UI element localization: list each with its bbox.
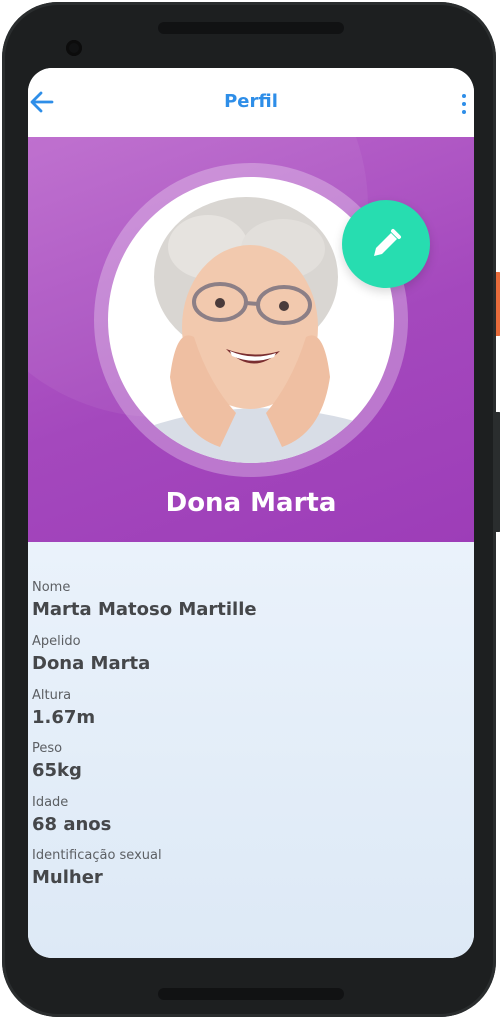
field-nome: Nome Marta Matoso Martille bbox=[32, 580, 257, 622]
field-idade: Idade 68 anos bbox=[32, 795, 111, 837]
field-value: Marta Matoso Martille bbox=[32, 599, 257, 620]
field-value: 1.67m bbox=[32, 707, 96, 728]
field-value: 68 anos bbox=[32, 814, 112, 835]
phone-frame: Perfil Dona Marta Nome Marta Matoso Mart… bbox=[2, 2, 500, 1017]
front-camera bbox=[66, 40, 82, 56]
profile-header: Dona Marta bbox=[28, 137, 474, 542]
field-label: Identificação sexual bbox=[32, 848, 162, 863]
field-apelido: Apelido Dona Marta bbox=[32, 634, 150, 676]
screen: Perfil Dona Marta Nome Marta Matoso Mart… bbox=[28, 68, 474, 958]
top-speaker bbox=[158, 22, 344, 34]
field-value: Mulher bbox=[32, 867, 103, 888]
field-value: Dona Marta bbox=[32, 653, 151, 674]
page-title: Perfil bbox=[224, 91, 278, 112]
power-button bbox=[496, 272, 500, 336]
field-label: Idade bbox=[32, 795, 69, 810]
field-label: Apelido bbox=[32, 634, 81, 649]
field-value: 65kg bbox=[32, 760, 82, 781]
volume-button bbox=[496, 412, 500, 532]
bottom-speaker bbox=[158, 988, 344, 1000]
pencil-icon bbox=[374, 229, 401, 256]
profile-info: Nome Marta Matoso Martille Apelido Dona … bbox=[28, 542, 474, 958]
field-label: Peso bbox=[32, 741, 63, 756]
app-bar: Perfil bbox=[28, 68, 474, 137]
more-menu-button[interactable] bbox=[458, 94, 470, 116]
field-identificacao-sexual: Identificação sexual Mulher bbox=[32, 848, 162, 890]
field-label: Altura bbox=[32, 688, 72, 703]
field-peso: Peso 65kg bbox=[32, 741, 82, 783]
field-label: Nome bbox=[32, 580, 71, 595]
edit-profile-button[interactable] bbox=[342, 200, 430, 288]
profile-name: Dona Marta bbox=[165, 488, 337, 518]
field-altura: Altura 1.67m bbox=[32, 688, 95, 730]
